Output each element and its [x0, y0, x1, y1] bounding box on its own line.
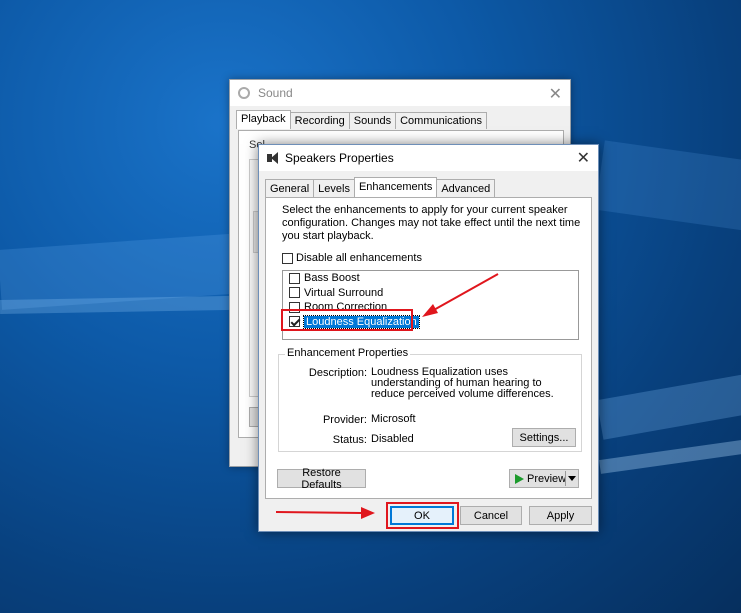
- annotation-arrows: [275, 273, 499, 519]
- arrow-to-ok-button: [275, 507, 375, 519]
- arrow-to-loudness-equalization: [422, 273, 499, 317]
